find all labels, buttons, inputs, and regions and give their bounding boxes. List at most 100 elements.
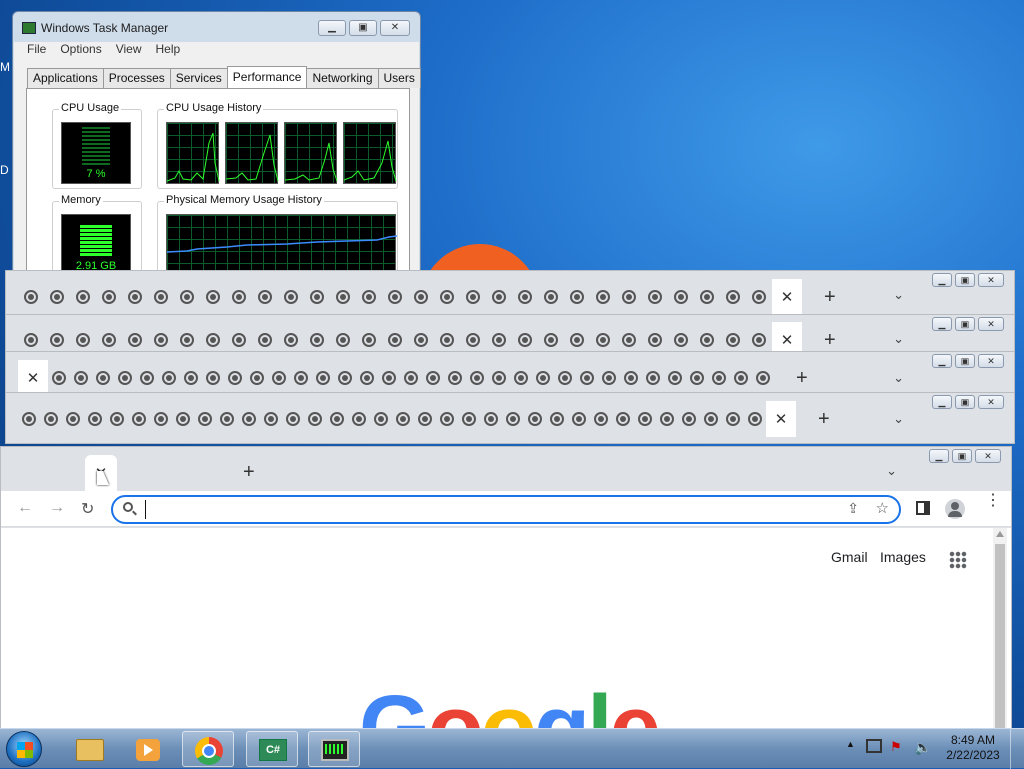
chrome-window-3[interactable]: ✕ + ⌄ ▁ ▣ ✕ [5,351,1015,397]
performance-panel: CPU Usage 7 % CPU Usage History Memory 2… [26,88,410,291]
desktop-icon-label-m[interactable]: M [0,60,10,74]
close-button[interactable]: ✕ [380,20,410,36]
new-tab-button[interactable]: + [818,408,830,431]
flag-alert-icon[interactable]: ⚑ [890,739,902,755]
folder-icon [76,739,104,761]
maximize-button[interactable]: ▣ [955,395,975,409]
side-panel-icon[interactable] [916,501,930,515]
tab-performance[interactable]: Performance [226,66,308,88]
minimize-button[interactable]: ▁ [929,449,949,463]
bookmark-star-icon[interactable]: ☆ [876,499,889,517]
minimize-button[interactable]: ▁ [932,273,952,287]
scrollbar-thumb[interactable] [995,544,1005,729]
new-tab-button[interactable]: + [824,329,836,352]
taskbar: C# ▲ ⚑ 🔈 8:49 AM 2/22/2023 [0,728,1024,769]
tab-networking[interactable]: Networking [306,68,379,88]
close-button[interactable]: ✕ [975,449,1001,463]
taskbar-task-manager[interactable] [308,731,360,767]
memory-history-graph [166,214,398,276]
start-orb-button[interactable] [6,731,42,767]
forward-button[interactable]: → [49,499,65,517]
profile-avatar-icon[interactable] [945,499,965,519]
taskbar-file-explorer[interactable] [64,731,116,767]
chrome-main-window[interactable]: ✕ + ⌄ ▁ ▣ ✕ ← → ↻ ⇪ ☆ ⋮ Gmail Images Goo… [0,446,1012,748]
taskbar-csharp-editor[interactable]: C# [246,731,298,767]
csharp-icon: C# [259,739,287,761]
close-button[interactable]: ✕ [978,317,1004,331]
maximize-button[interactable]: ▣ [955,317,975,331]
menu-help[interactable]: Help [156,42,181,60]
maximize-button[interactable]: ▣ [955,273,975,287]
minimize-button[interactable]: ▁ [318,20,346,36]
cpu-usage-group: CPU Usage 7 % [52,102,142,189]
cpu-history-graph-3 [284,122,338,184]
taskbar-chrome[interactable] [182,731,234,767]
mouse-cursor-icon [97,471,109,485]
taskbar-media-player[interactable] [122,731,174,767]
tab-services[interactable]: Services [169,68,228,88]
tab-favicons [18,333,772,347]
task-manager-titlebar[interactable]: Windows Task Manager ▁ ▣ ✕ [13,12,420,42]
tab-processes[interactable]: Processes [102,68,171,88]
omnibox-input[interactable] [145,500,835,519]
cpu-history-group: CPU Usage History [157,102,398,189]
menu-kebab-icon[interactable]: ⋮ [985,493,1001,509]
maximize-button[interactable]: ▣ [952,449,972,463]
reload-button[interactable]: ↻ [81,499,94,519]
chrome-window-4[interactable]: ✕ + ⌄ ▁ ▣ ✕ [5,392,1015,444]
minimize-button[interactable]: ▁ [932,395,952,409]
clock-date: 2/22/2023 [946,748,1000,762]
back-button[interactable]: ← [17,499,33,517]
scroll-up-arrow-icon[interactable] [996,531,1004,537]
maximize-button[interactable]: ▣ [955,354,975,368]
close-button[interactable]: ✕ [978,354,1004,368]
show-desktop-button[interactable] [1010,729,1024,769]
close-button[interactable]: ✕ [978,273,1004,287]
tab-search-chevron-icon[interactable]: ⌄ [893,331,904,347]
task-manager-icon [22,22,36,34]
cpu-meter: 7 % [61,122,131,184]
tab-search-chevron-icon[interactable]: ⌄ [893,287,904,303]
omnibox[interactable]: ⇪ ☆ [111,495,901,524]
clock[interactable]: 8:49 AM 2/22/2023 [942,733,1004,763]
new-tab-button[interactable]: + [243,461,255,484]
minimize-button[interactable]: ▁ [932,317,952,331]
close-button[interactable]: ✕ [978,395,1004,409]
network-icon[interactable] [866,739,882,753]
menu-file[interactable]: File [27,42,46,60]
tab-users[interactable]: Users [377,68,421,88]
menu-options[interactable]: Options [60,42,101,60]
share-icon[interactable]: ⇪ [847,500,859,517]
images-link[interactable]: Images [880,549,926,565]
task-manager-body: Applications Processes Services Performa… [14,60,421,291]
cpu-history-graph-2 [225,122,279,184]
active-tab-close-icon[interactable]: ✕ [18,360,48,396]
memory-label: Memory [59,194,103,206]
tab-favicons [18,290,772,304]
menu-view[interactable]: View [116,42,142,60]
tab-favicons [48,371,774,385]
task-manager-title: Windows Task Manager [41,21,169,35]
cpu-usage-label: CPU Usage [59,102,122,114]
apps-grid-icon[interactable] [949,551,967,569]
tab-favicons [18,412,766,426]
tab-search-chevron-icon[interactable]: ⌄ [886,463,897,479]
browser-toolbar: ← → ↻ ⇪ ☆ ⋮ [1,491,1011,527]
desktop-icon-label-d[interactable]: D [0,163,9,177]
maximize-button[interactable]: ▣ [349,20,377,36]
show-hidden-icons-chevron-icon[interactable]: ▲ [846,739,855,749]
cpu-history-label: CPU Usage History [164,102,264,114]
volume-icon[interactable]: 🔈 [914,739,931,756]
gmail-link[interactable]: Gmail [831,549,868,565]
tab-applications[interactable]: Applications [27,68,104,88]
page-content: Gmail Images Google [1,528,1011,748]
minimize-button[interactable]: ▁ [932,354,952,368]
cpu-history-graph-4 [343,122,397,184]
tab-search-chevron-icon[interactable]: ⌄ [893,370,904,386]
search-icon-handle [132,510,137,516]
active-tab-close-icon[interactable]: ✕ [766,401,796,437]
new-tab-button[interactable]: + [796,367,808,390]
tab-search-chevron-icon[interactable]: ⌄ [893,411,904,427]
active-tab-close-icon[interactable]: ✕ [772,279,802,315]
new-tab-button[interactable]: + [824,286,836,309]
